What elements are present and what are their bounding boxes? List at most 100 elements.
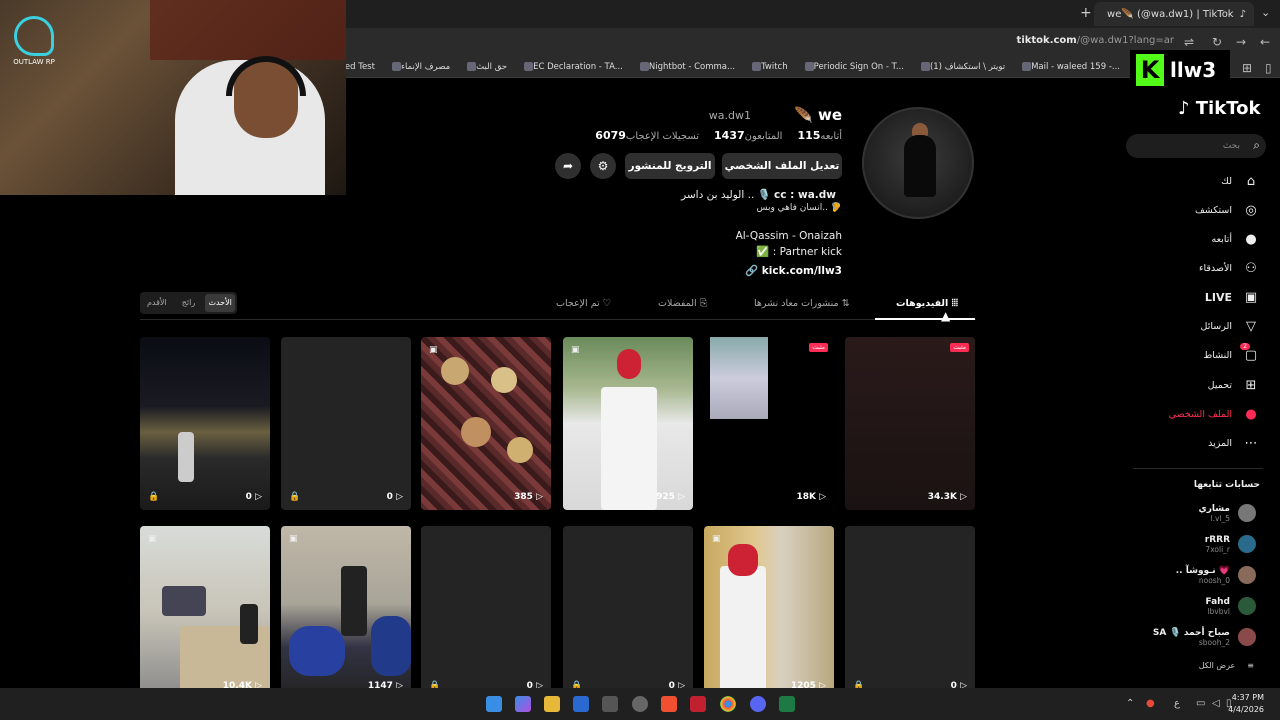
video-card[interactable]: مثبت 34.3K ▷: [845, 337, 975, 510]
view-all-link[interactable]: عرض الكل ≡: [1199, 661, 1254, 670]
bookmark-item[interactable]: Nightbot - Comma...: [637, 61, 735, 72]
bookmark-item[interactable]: Mail - waleed 159 -...: [1019, 61, 1120, 72]
browser-tab-tiktok[interactable]: we🪶 (@wa.dw1) | TikTok ♪: [1094, 2, 1254, 26]
brave-icon[interactable]: [661, 696, 677, 712]
store-icon[interactable]: [573, 696, 589, 712]
sidebar-item-home[interactable]: لك ⌂: [1140, 171, 1260, 191]
video-card[interactable]: 🔒 0 ▷: [845, 526, 975, 699]
sidebar-item-activity[interactable]: النشاط ▢ 2: [1140, 343, 1260, 365]
tab-search-icon[interactable]: ⌄: [1261, 6, 1270, 19]
tray-expand-icon[interactable]: ⌃: [1126, 698, 1134, 709]
back-icon[interactable]: →: [1236, 35, 1246, 49]
share-icon[interactable]: ➦: [555, 153, 581, 179]
views-count: 385: [514, 492, 533, 502]
tiktok-logo[interactable]: ♪ TikTok: [1178, 98, 1260, 119]
video-card[interactable]: 🔒 0 ▷: [563, 526, 693, 699]
tab-videos[interactable]: الفيديوهات ⦙⦙⦙: [896, 298, 958, 309]
copilot-icon[interactable]: [515, 696, 531, 712]
app-icon[interactable]: [690, 696, 706, 712]
file-explorer-icon[interactable]: [544, 696, 560, 712]
video-card[interactable]: مثبت 18K ▷: [704, 337, 834, 510]
chrome-icon[interactable]: [720, 696, 736, 712]
profile-stat[interactable]: تسجيلات الإعجاب6079: [590, 129, 699, 142]
following-account[interactable]: Fahd lbvbvl: [1126, 593, 1256, 619]
sidebar-item-messages[interactable]: الرسائل ▽: [1140, 316, 1260, 336]
bookmark-item[interactable]: (1) تويتر \ استكشاف: [918, 61, 1005, 72]
following-handle: sbooh_2: [1198, 637, 1230, 647]
promote-post-button[interactable]: الترويج للمنشور: [625, 153, 715, 179]
network-icon[interactable]: ▭: [1196, 698, 1205, 709]
reload-icon[interactable]: ↻: [1212, 35, 1222, 49]
bookmark-item[interactable]: Twitch: [749, 61, 788, 72]
calculator-icon[interactable]: [602, 696, 618, 712]
profile-stats: أتابعه115 المتابعون1437 تسجيلات الإعجاب607…: [590, 129, 842, 142]
profile-stat[interactable]: المتابعون1437: [709, 129, 782, 142]
bookmarks-folder-icon[interactable]: ▯: [1265, 61, 1272, 75]
sidebar-item-upload[interactable]: تحميل ⊞: [1140, 375, 1260, 395]
discord-icon[interactable]: [750, 696, 766, 712]
sort-latest[interactable]: الأحدث: [205, 294, 236, 312]
following-account[interactable]: SA 🎙️ صباح أحمد sbooh_2: [1126, 624, 1256, 650]
sort-trending[interactable]: رائج: [174, 294, 204, 312]
sidebar-item-profile[interactable]: الملف الشخصي ●: [1140, 404, 1260, 424]
sidebar-item-following-avatar[interactable]: أتابعه ●: [1140, 229, 1260, 249]
profile-link[interactable]: 🔗 kick.com/llw3: [745, 264, 842, 277]
video-card[interactable]: ▣ 385 ▷: [421, 337, 551, 510]
views-count: 18K: [796, 492, 816, 502]
microphone-icon[interactable]: ●: [1146, 698, 1155, 709]
bookmark-favicon-icon: [467, 61, 477, 71]
upload-icon: ⊞: [1245, 377, 1257, 393]
following-name: مشاري: [1198, 503, 1230, 514]
forward-icon[interactable]: ←: [1260, 35, 1270, 49]
list-icon: ≡: [1247, 661, 1254, 670]
video-subject: [720, 566, 766, 699]
apps-grid-icon[interactable]: ⊞: [1242, 61, 1252, 75]
site-settings-icon[interactable]: ⇌: [1184, 35, 1194, 49]
obs-icon[interactable]: [632, 696, 648, 712]
following-handle: l.vl_5: [1210, 513, 1230, 523]
volume-icon[interactable]: ◁: [1212, 698, 1220, 709]
bookmark-item[interactable]: Speed Test: [346, 62, 375, 72]
sidebar-item-live[interactable]: LIVE ▣: [1140, 287, 1260, 307]
views-count: 0: [245, 492, 252, 502]
video-card[interactable]: ▣ 10.4K ▷: [140, 526, 270, 699]
tab-favorites[interactable]: المفضلات ⎘: [658, 298, 707, 309]
video-card[interactable]: ▣ 1205 ▷: [704, 526, 834, 699]
following-handle: noosh_0: [1198, 575, 1230, 585]
sidebar-item-compass[interactable]: استكشف ◎: [1140, 200, 1260, 220]
video-card[interactable]: ▣ 1147 ▷: [281, 526, 411, 699]
pinned-badge: مثبت: [809, 343, 828, 352]
language-indicator[interactable]: ع: [1174, 698, 1180, 709]
profile-stat[interactable]: أتابعه115: [792, 129, 842, 142]
video-card[interactable]: ▣ 925 ▷: [563, 337, 693, 510]
more-icon: ⋯: [1244, 435, 1258, 451]
search-icon[interactable]: ⌕: [1253, 138, 1260, 153]
home-icon: ⌂: [1246, 173, 1256, 189]
sort-oldest[interactable]: الأقدم: [142, 294, 172, 312]
notification-badge: 2: [1240, 343, 1250, 350]
profile-avatar[interactable]: [862, 107, 974, 219]
sidebar-item-more[interactable]: المزيد ⋯: [1140, 433, 1260, 453]
edit-profile-button[interactable]: تعديل الملف الشخصي: [722, 153, 842, 179]
following-account[interactable]: .. نـووشآ 💗 noosh_0: [1126, 562, 1256, 588]
following-account[interactable]: rRRR 7xoli_r: [1126, 531, 1256, 557]
bookmark-item[interactable]: مصرف الإنماء: [389, 61, 450, 72]
video-card[interactable]: 🔒 0 ▷: [421, 526, 551, 699]
windows-start-icon[interactable]: [486, 696, 502, 712]
excel-icon[interactable]: [779, 696, 795, 712]
following-account[interactable]: مشاري l.vl_5: [1126, 500, 1256, 526]
new-tab-icon[interactable]: +: [1080, 5, 1092, 21]
video-subject: [178, 432, 194, 482]
url-field[interactable]: tiktok.com/@wa.dw1?lang=ar: [1017, 35, 1174, 46]
search-input[interactable]: بحث ⌕: [1126, 134, 1266, 158]
sidebar-item-friends[interactable]: الأصدقاء ⚇: [1140, 258, 1260, 278]
bookmark-item[interactable]: حق البث: [464, 61, 507, 72]
tab-liked[interactable]: تم الإعجاب ♡: [556, 298, 611, 309]
tab-reposts[interactable]: منشورات معاد نشرها ⇅: [754, 298, 850, 309]
clock[interactable]: 4:37 PM 4/4/2026: [1228, 692, 1264, 716]
bookmark-item[interactable]: EC Declaration - TA...: [521, 61, 623, 72]
settings-gear-icon[interactable]: ⚙: [590, 153, 616, 179]
video-card[interactable]: 🔒 0 ▷: [281, 337, 411, 510]
bookmark-item[interactable]: Periodic Sign On - T...: [802, 61, 904, 72]
video-card[interactable]: 🔒 0 ▷: [140, 337, 270, 510]
